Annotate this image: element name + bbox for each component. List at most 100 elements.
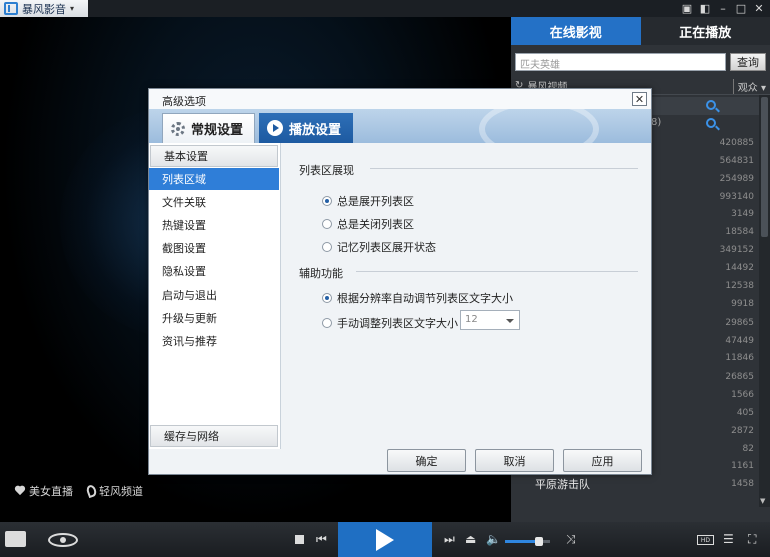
fullscreen-icon[interactable]: ⛶ xyxy=(748,532,756,546)
tab-playback-settings[interactable]: 播放设置 xyxy=(259,113,353,143)
nav-basic-settings[interactable]: 基本设置 xyxy=(150,145,278,167)
tab-general-label: 常规设置 xyxy=(191,123,244,138)
option-always-expand[interactable]: 总是展开列表区 xyxy=(322,193,414,209)
radio-button[interactable] xyxy=(322,293,332,303)
eye-icon[interactable] xyxy=(48,533,78,547)
control-bar: ⏮ ⏭ ⏏ 🔈 ⤨ HD ☰ ⛶ xyxy=(0,522,770,557)
chat-icon[interactable]: ▣ xyxy=(678,0,696,17)
stop-button[interactable] xyxy=(295,535,304,544)
dialog-tab-banner: 常规设置 播放设置 xyxy=(149,109,651,143)
scroll-down-icon[interactable]: ▼ xyxy=(760,497,765,505)
panel-tabs: 在线影视 正在播放 xyxy=(511,17,770,45)
tab-now-playing[interactable]: 正在播放 xyxy=(640,17,770,45)
leaf-icon xyxy=(85,483,98,499)
app-logo-icon xyxy=(4,2,18,15)
next-button[interactable]: ⏭ xyxy=(444,532,455,546)
playback-settings-icon xyxy=(267,120,283,136)
dialog-title-bar: 高级选项 ✕ xyxy=(149,89,651,109)
scrollbar-thumb[interactable] xyxy=(761,97,768,237)
nav-file-association[interactable]: 文件关联 xyxy=(149,191,279,213)
window-controls: ▣ ◧ – □ ✕ xyxy=(678,0,768,17)
nav-screenshot[interactable]: 截图设置 xyxy=(149,237,279,259)
play-button[interactable] xyxy=(338,522,432,557)
beauty-live-link[interactable]: 美女直播 xyxy=(14,483,73,499)
eject-button[interactable]: ⏏ xyxy=(465,532,476,546)
volume-fill xyxy=(505,540,538,543)
settings-nav: 基本设置 列表区域 文件关联 热键设置 截图设置 隐私设置 启动与退出 升级与更… xyxy=(149,143,281,449)
app-menu-button[interactable]: 暴风影音 ▾ xyxy=(0,0,88,17)
volume-icon[interactable]: 🔈 xyxy=(486,532,501,546)
section-divider xyxy=(356,271,638,272)
search-icon[interactable] xyxy=(706,118,716,128)
option-manual-font-size[interactable]: 手动调整列表区文字大小 xyxy=(322,315,458,331)
nav-list-area[interactable]: 列表区域 xyxy=(149,168,279,190)
playlist-scrollbar[interactable]: ▼ xyxy=(759,95,770,507)
viewer-count: 3149 xyxy=(731,209,754,219)
viewer-count: 29865 xyxy=(725,318,754,328)
breeze-channel-link[interactable]: 轻风频道 xyxy=(85,483,143,499)
shuffle-icon[interactable]: ⤨ xyxy=(566,532,576,546)
radio-button[interactable] xyxy=(322,196,332,206)
nav-hotkeys[interactable]: 热键设置 xyxy=(149,214,279,236)
option-label: 记忆列表区展开状态 xyxy=(337,241,436,254)
nav-cache-network[interactable]: 缓存与网络 xyxy=(150,425,278,447)
video-title-item[interactable]: 平原游击队 xyxy=(535,476,590,492)
search-button[interactable]: 查询 xyxy=(730,53,766,71)
title-bar: 暴风影音 ▾ ▣ ◧ – □ ✕ xyxy=(0,0,770,17)
viewer-count: 405 xyxy=(736,408,754,418)
advanced-options-dialog: 高级选项 ✕ 常规设置 播放设置 基本设置 列表区域 文件关联 热键设置 截图设… xyxy=(148,88,652,475)
search-icon[interactable] xyxy=(706,100,716,110)
viewer-count: 14492 xyxy=(725,263,754,273)
radio-button[interactable] xyxy=(322,242,332,252)
option-remember-state[interactable]: 记忆列表区展开状态 xyxy=(322,239,436,255)
search-bar: 匹夫英雄 查询 xyxy=(515,53,766,71)
tab-general-settings[interactable]: 常规设置 xyxy=(162,113,255,143)
viewer-count: 82 xyxy=(742,444,754,454)
playlist-toggle-icon[interactable]: ☰ xyxy=(723,532,734,546)
search-input[interactable]: 匹夫英雄 xyxy=(515,53,726,71)
breeze-channel-label: 轻风频道 xyxy=(99,485,143,498)
viewer-count: 420885 xyxy=(719,138,754,148)
nav-startup-exit[interactable]: 启动与退出 xyxy=(149,284,279,306)
radio-button[interactable] xyxy=(322,318,332,328)
sort-dropdown[interactable]: 观众 ▾ xyxy=(732,79,766,94)
apply-button[interactable]: 应用 xyxy=(563,449,642,472)
minimize-button[interactable]: – xyxy=(714,0,732,17)
volume-knob[interactable] xyxy=(535,537,543,546)
hd-button[interactable]: HD xyxy=(697,535,714,545)
option-always-collapse[interactable]: 总是关闭列表区 xyxy=(322,216,414,232)
nav-news[interactable]: 资讯与推荐 xyxy=(149,330,279,352)
viewer-count: 26865 xyxy=(725,372,754,382)
skin-icon[interactable]: ◧ xyxy=(696,0,714,17)
viewer-count: 1161 xyxy=(731,461,754,471)
play-icon xyxy=(376,528,394,551)
font-size-select[interactable]: 12 xyxy=(460,310,520,330)
ok-button[interactable]: 确定 xyxy=(387,449,466,472)
radio-button[interactable] xyxy=(322,219,332,229)
beauty-live-label: 美女直播 xyxy=(29,485,73,498)
chevron-down-icon xyxy=(506,319,514,323)
section-divider xyxy=(370,168,638,169)
tab-playback-label: 播放设置 xyxy=(289,122,342,138)
settings-content: 列表区展现 总是展开列表区 总是关闭列表区 记忆列表区展开状态 辅助功能 根据分… xyxy=(282,143,651,449)
dialog-close-button[interactable]: ✕ xyxy=(632,92,647,106)
maximize-button[interactable]: □ xyxy=(732,0,750,17)
viewer-count: 18584 xyxy=(725,227,754,237)
close-button[interactable]: ✕ xyxy=(750,0,768,17)
cancel-button[interactable]: 取消 xyxy=(475,449,554,472)
volume-slider[interactable] xyxy=(505,537,550,546)
viewer-count: 47449 xyxy=(725,336,754,346)
toolbox-icon[interactable] xyxy=(5,531,26,547)
dialog-title: 高级选项 xyxy=(162,95,206,108)
nav-privacy[interactable]: 隐私设置 xyxy=(149,260,279,282)
banner-decoration xyxy=(479,109,599,143)
viewer-count: 9918 xyxy=(731,299,754,309)
tab-online-video[interactable]: 在线影视 xyxy=(511,17,641,45)
section-title-list-display: 列表区展现 xyxy=(299,164,354,177)
viewer-count: 1458 xyxy=(731,479,754,489)
nav-upgrade[interactable]: 升级与更新 xyxy=(149,307,279,329)
previous-button[interactable]: ⏮ xyxy=(316,532,327,546)
font-size-value: 12 xyxy=(465,314,478,325)
viewer-count: 349152 xyxy=(719,245,754,255)
option-auto-font-size[interactable]: 根据分辨率自动调节列表区文字大小 xyxy=(322,290,513,306)
